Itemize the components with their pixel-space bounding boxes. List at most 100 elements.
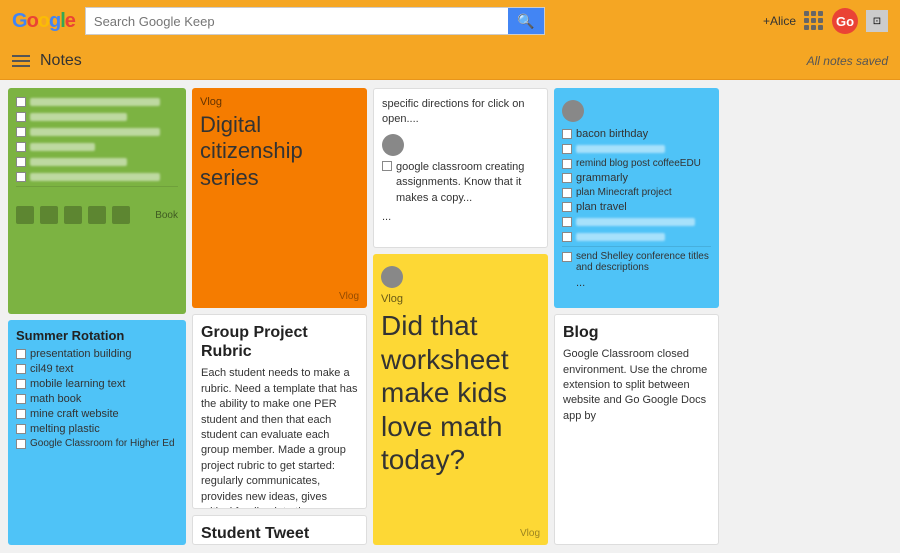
item-text: mobile learning text	[30, 378, 125, 390]
check-item[interactable]: plan travel	[562, 201, 711, 213]
checkbox[interactable]	[16, 439, 26, 449]
blurred-text	[576, 218, 695, 226]
hamburger-line	[12, 65, 30, 67]
card-body: Google Classroom closed environment. Use…	[563, 347, 710, 424]
check-item[interactable]: plan Minecraft project	[562, 187, 711, 198]
checkbox[interactable]	[16, 379, 26, 389]
alice-button[interactable]: +Alice	[763, 14, 796, 28]
avatar[interactable]: Go	[832, 8, 858, 34]
check-item[interactable]: Google Classroom for Higher Ed	[16, 438, 178, 449]
checkbox[interactable]	[562, 188, 572, 198]
check-item[interactable]	[16, 111, 178, 123]
check-item[interactable]	[16, 171, 178, 183]
check-item[interactable]	[16, 156, 178, 168]
column-3: specific directions for click on open...…	[373, 88, 548, 545]
check-item[interactable]	[562, 143, 711, 155]
blurred-text	[576, 233, 665, 241]
divider	[16, 186, 178, 187]
card-title: Did that worksheet make kids love math t…	[381, 309, 540, 477]
column-4: bacon birthday remind blog post coffeeED…	[554, 88, 719, 545]
menu-button[interactable]	[12, 55, 30, 67]
color-icon[interactable]	[64, 206, 82, 224]
checkbox[interactable]	[562, 159, 572, 169]
check-item[interactable]	[562, 231, 711, 243]
ellipsis: ...	[562, 276, 711, 291]
column-1: Book Summer Rotation presentation buildi…	[8, 88, 186, 545]
card-title: Digital citizenship series	[200, 112, 359, 191]
item-text: google classroom creating assignments. K…	[396, 160, 539, 206]
item-text: plan travel	[576, 201, 627, 213]
apps-icon[interactable]	[804, 11, 824, 31]
checkbox[interactable]	[16, 424, 26, 434]
checkbox[interactable]	[562, 217, 572, 227]
checkbox[interactable]	[16, 112, 26, 122]
window-button[interactable]: ⊡	[866, 10, 888, 32]
check-item[interactable]: cil49 text	[16, 363, 178, 375]
check-item[interactable]	[562, 216, 711, 228]
corner-tag: Vlog	[339, 291, 359, 302]
check-item[interactable]: melting plastic	[16, 423, 178, 435]
item-text: plan Minecraft project	[576, 187, 672, 198]
checkbox[interactable]	[562, 144, 572, 154]
card-title: Student Tweet Spreadsheet	[201, 524, 358, 545]
checkbox[interactable]	[16, 97, 26, 107]
blog-card: Blog Google Classroom closed environment…	[554, 314, 719, 545]
check-item[interactable]: math book	[16, 393, 178, 405]
check-item[interactable]	[16, 126, 178, 138]
checkbox[interactable]	[562, 252, 572, 262]
card-tag: Vlog	[381, 293, 540, 305]
check-item[interactable]: send Shelley conference titles and descr…	[562, 251, 711, 273]
avatar-top	[562, 100, 584, 122]
checkbox[interactable]	[16, 142, 26, 152]
card-body: Each student needs to make a rubric. Nee…	[201, 366, 358, 509]
check-item[interactable]: presentation building	[16, 348, 178, 360]
search-icon: 🔍	[517, 13, 534, 30]
check-item[interactable]	[16, 141, 178, 153]
check-item[interactable]	[16, 96, 178, 108]
checkbox[interactable]	[16, 394, 26, 404]
checkbox[interactable]	[382, 161, 392, 171]
checkbox[interactable]	[16, 349, 26, 359]
divider	[562, 246, 711, 247]
checkbox[interactable]	[562, 202, 572, 212]
collaborator-icon[interactable]	[40, 206, 58, 224]
item-text: presentation building	[30, 348, 132, 360]
search-bar[interactable]: 🔍	[85, 7, 545, 35]
search-input[interactable]	[86, 8, 508, 34]
item-text: send Shelley conference titles and descr…	[576, 251, 711, 273]
reminder-icon[interactable]	[16, 206, 34, 224]
check-item[interactable]: bacon birthday	[562, 128, 711, 140]
card-title: Summer Rotation	[16, 328, 178, 344]
item-text: grammarly	[576, 172, 628, 184]
summer-rotation-card: Summer Rotation presentation building ci…	[8, 320, 186, 546]
check-item[interactable]: mine craft website	[16, 408, 178, 420]
more-icon[interactable]	[112, 206, 130, 224]
item-text: mine craft website	[30, 408, 119, 420]
hamburger-line	[12, 55, 30, 57]
checkbox[interactable]	[562, 129, 572, 139]
checkbox[interactable]	[16, 409, 26, 419]
check-item[interactable]: grammarly	[562, 172, 711, 184]
corner-tag: Vlog	[520, 528, 540, 539]
search-button[interactable]: 🔍	[508, 8, 544, 34]
blue-checklist-card: bacon birthday remind blog post coffeeED…	[554, 88, 719, 308]
google-logo: Google	[12, 10, 75, 33]
item-text: cil49 text	[30, 363, 73, 375]
checkbox[interactable]	[562, 173, 572, 183]
checkbox[interactable]	[16, 364, 26, 374]
check-item[interactable]: remind blog post coffeeEDU	[562, 158, 711, 169]
blurred-text	[30, 173, 160, 181]
item-text: remind blog post coffeeEDU	[576, 158, 701, 169]
checkbox[interactable]	[562, 232, 572, 242]
checkbox[interactable]	[16, 157, 26, 167]
student-tweet-card: Student Tweet Spreadsheet	[192, 515, 367, 545]
avatar-small	[382, 134, 404, 156]
check-item[interactable]: mobile learning text	[16, 378, 178, 390]
item-text: bacon birthday	[576, 128, 648, 140]
checkbox[interactable]	[16, 127, 26, 137]
page-title: Notes	[40, 52, 82, 70]
card-title: Blog	[563, 323, 710, 342]
classroom-directions-card: specific directions for click on open...…	[373, 88, 548, 248]
checkbox[interactable]	[16, 172, 26, 182]
image-icon[interactable]	[88, 206, 106, 224]
